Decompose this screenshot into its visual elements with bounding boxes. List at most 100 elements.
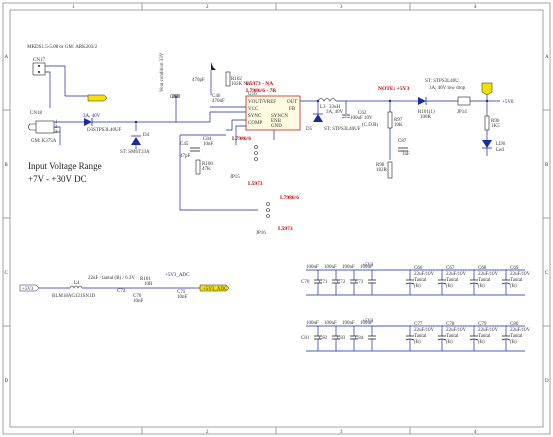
frame-row-label: B: [545, 163, 549, 168]
capacitor-value: 100nF: [324, 265, 337, 270]
u16-pin: SYNC: [248, 114, 262, 119]
r101-val: 100R: [420, 115, 432, 120]
net-adc-tag: +5V3_ADC: [203, 287, 228, 292]
capacitor-type: Tantal: [414, 334, 427, 339]
u16-pin: VCC: [248, 107, 259, 112]
r102-val: 102K NA: [231, 82, 251, 87]
ground-icon: [211, 62, 216, 70]
u16-pin: VOUT/VREF: [248, 100, 276, 105]
cn18-pin: 3: [55, 130, 58, 135]
capacitor-value: 100nF: [342, 321, 355, 326]
d3-part: STPS3L40UF: [93, 128, 122, 133]
capacitor-ref: C80: [510, 322, 519, 327]
jp14-jumper: [457, 96, 471, 106]
r98-val: 182R: [376, 168, 388, 173]
capacitor-value: 100nF: [306, 321, 319, 326]
d7-part: ST: STPS3L40U: [425, 79, 459, 84]
d3-diode-icon: [84, 118, 92, 126]
capacitor-package: (B): [510, 284, 517, 289]
capacitor-value: 22uF/10V: [510, 272, 531, 277]
d4-tvs-diode-icon: [131, 137, 141, 145]
regulator-section: L5973 - NA L7986/6 - 7R Vout condition 3…: [160, 52, 425, 236]
u16-pin: GND: [271, 124, 282, 129]
capacitor-type: Tantal: [446, 278, 459, 283]
capacitor-package: (B): [510, 340, 517, 345]
cn17-ref-label: CN17: [33, 58, 45, 63]
capacitor-ref: C79: [478, 322, 487, 327]
c76-val: 10nF: [133, 299, 144, 304]
output-note: NOTE: +5V3: [378, 86, 410, 92]
c45-val: 47pF: [180, 154, 191, 159]
capacitor-value: 22uF/10V: [446, 328, 467, 333]
r97-resistor: [387, 111, 393, 129]
capacitor-ref: C73: [355, 280, 364, 285]
l4-val: 22uF / tantal (B) / 6.3V: [88, 276, 135, 281]
u16-ref: U16: [248, 92, 257, 97]
frame-col-label: 1: [72, 5, 75, 10]
c75-val: 10nF: [177, 295, 188, 300]
adc-filter-section: +5V3 L4 22uF / tantal (B) / 6.3V BLM18AG…: [19, 273, 230, 304]
c74-ref: C74: [117, 289, 126, 294]
capacitor-value: 22uF/10V: [414, 272, 435, 277]
net-adc-label: +5V3_ADC: [165, 273, 190, 278]
net-flag-vin: [87, 94, 108, 102]
net-5v0-label: +5V0: [502, 100, 514, 105]
capacitor-value: 100nF: [360, 321, 373, 326]
ld6-led-icon: [482, 140, 492, 148]
r97-val: 10K: [394, 123, 403, 128]
c46-side-val: 470pF: [192, 78, 205, 83]
capacitor-value: 100nF: [306, 265, 319, 270]
d3-rating: 3A, 40V: [83, 114, 101, 119]
cn18-part-label: GM: K375A: [31, 139, 57, 144]
schematic-canvas: 1 2 3 4 1 2 3 4 A B C D A B C D MKDS1.5-…: [2, 2, 551, 435]
c43-ref: C43: [170, 95, 179, 100]
capacitor-value: 22uF/10V: [478, 272, 499, 277]
filter-in-net: +5V3: [22, 287, 34, 292]
capacitor-type: Tantal: [478, 278, 491, 283]
input-voltage-note: Input Voltage Range: [28, 161, 102, 171]
c43-note: Vout condition 33V: [160, 52, 165, 92]
capacitor-type: Tantal: [510, 334, 523, 339]
jp16-ref: JP16: [256, 231, 266, 236]
capacitor-package: (B): [478, 340, 485, 345]
r100-val: 47K: [202, 167, 211, 172]
capacitor-value: 22uF/10V: [478, 328, 499, 333]
capacitor-ref: C66: [414, 266, 423, 271]
l4-ferrite: [69, 285, 83, 289]
r96-val: 1K5: [491, 124, 500, 129]
c62-val: 100uF 10V: [350, 116, 373, 121]
capacitor-value: 22uF/10V: [510, 328, 531, 333]
capacitor-type: Tantal: [414, 278, 427, 283]
c87-val: 1nF: [402, 152, 410, 157]
r96-resistor: [484, 115, 490, 131]
d7-rating: 3A, 40V low drop: [429, 86, 466, 91]
capacitor-ref: C70: [301, 280, 310, 285]
cn17-connector: [32, 62, 46, 76]
capacitor-value: 22uF/10V: [446, 272, 467, 277]
capacitor-ref: C82: [319, 336, 328, 341]
capacitor-ref: C78: [446, 322, 455, 327]
c87-ref: C87: [398, 139, 407, 144]
d5-rating: 3A, 40V: [326, 110, 344, 115]
decoupling-capacitor-bank: C70100nFC71100nFC72100nFC73100nF C6622uF/…: [301, 265, 531, 351]
frame-row-label: A: [5, 55, 9, 60]
l4-ref: L4: [74, 281, 80, 286]
u16-pin: COMP: [248, 121, 262, 126]
capacitor-ref: C71: [319, 280, 328, 285]
jp16-label: L5973: [278, 226, 293, 232]
r101b-val: 10R: [144, 282, 153, 287]
u16-pin: FB: [289, 107, 296, 112]
capacitor-value: 22uF/10V: [414, 328, 435, 333]
u16-pin: OUT: [287, 100, 297, 105]
sel1-label: L7986/6: [232, 136, 251, 142]
jp15-label: L5973: [248, 181, 263, 187]
capacitor-package: (B): [414, 284, 421, 289]
capacitor-type: Tantal: [510, 278, 523, 283]
ld6-label: Led: [496, 148, 504, 153]
d4-part: ST: SM6T33A: [120, 150, 150, 155]
input-voltage-range: +7V - +30V DC: [28, 174, 87, 184]
l3-inductor: [317, 98, 337, 102]
capacitor-ref: C69: [510, 266, 519, 271]
d4-ref: D4: [143, 133, 150, 138]
r100-resistor: [195, 159, 201, 175]
